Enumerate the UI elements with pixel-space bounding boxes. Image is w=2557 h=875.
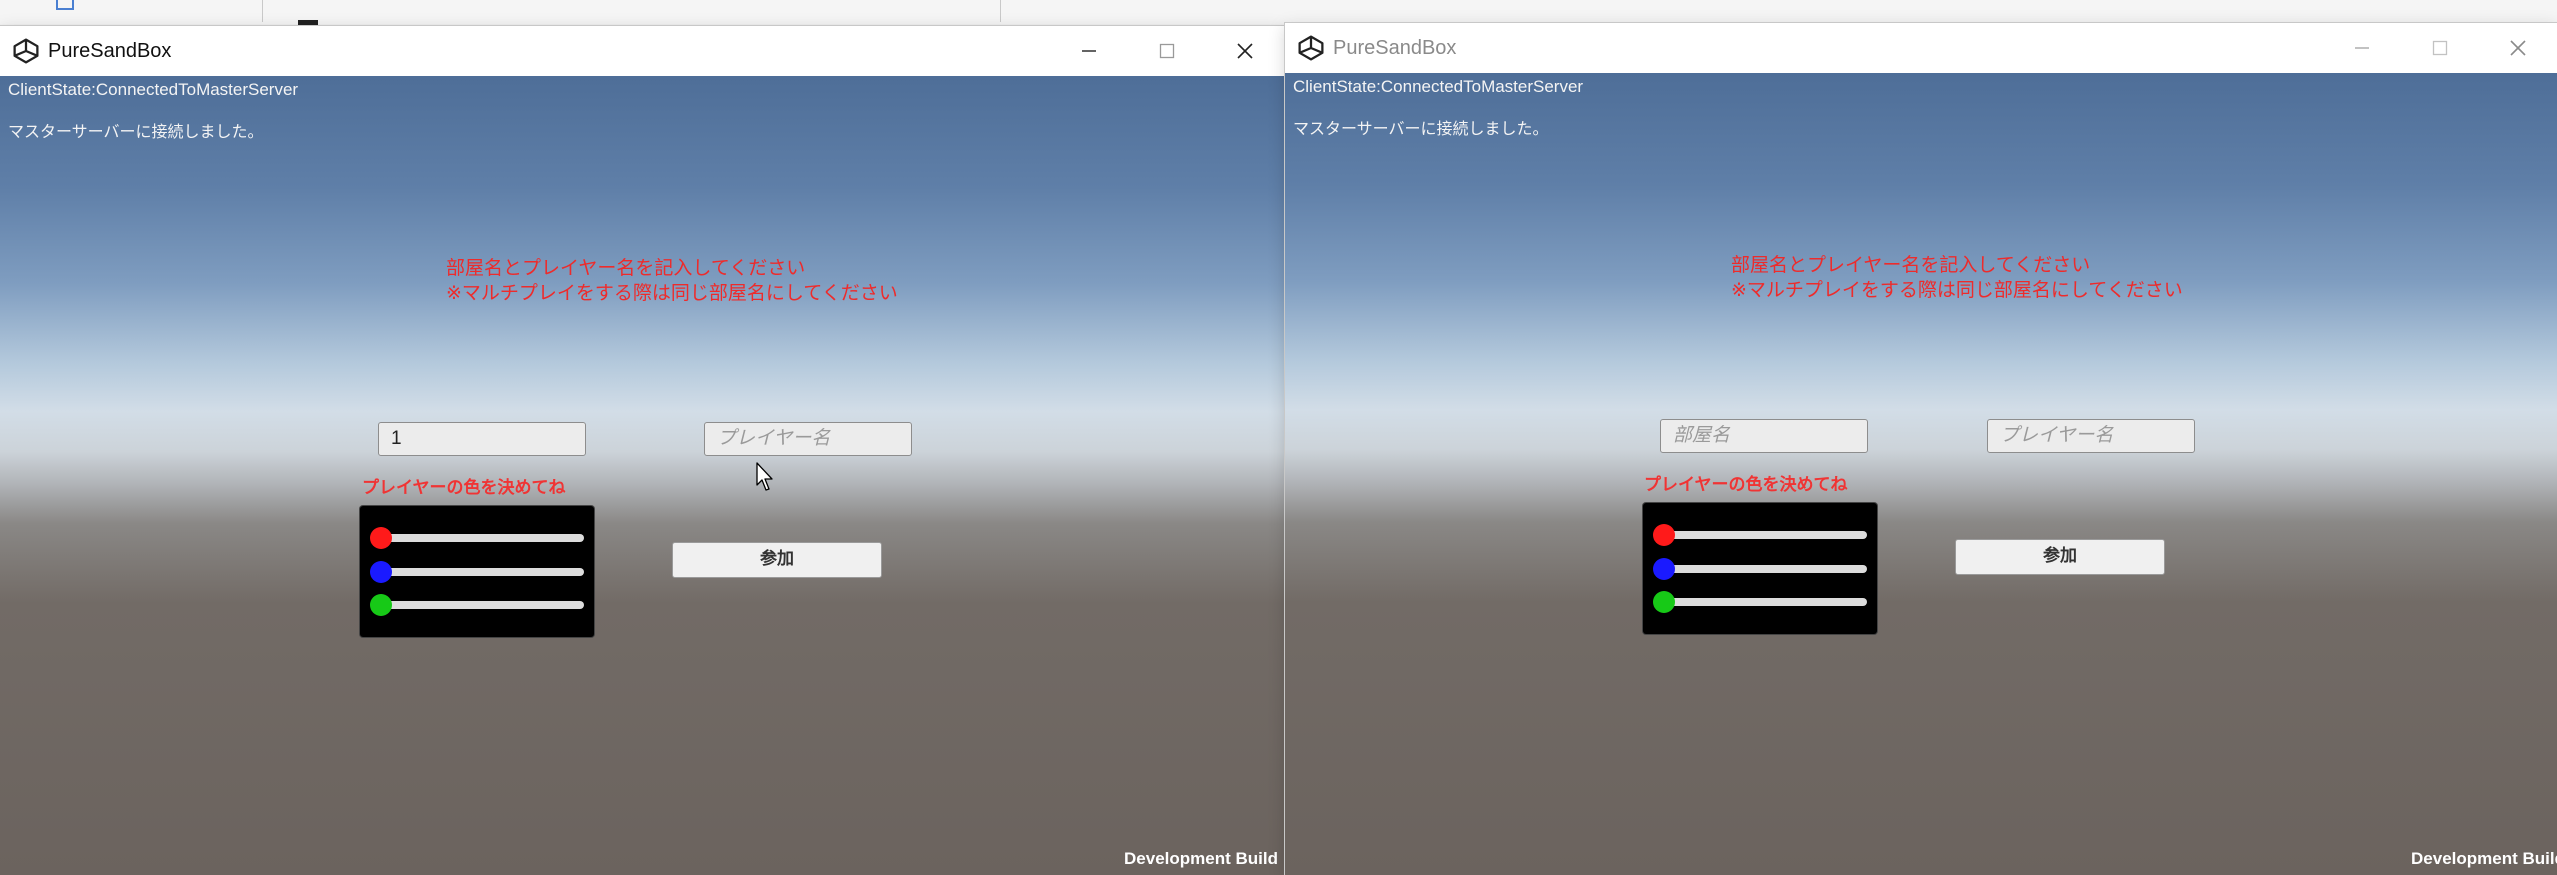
color-picker-panel	[1643, 503, 1877, 634]
blue-slider-handle[interactable]	[370, 561, 392, 583]
maximize-button[interactable]	[1128, 26, 1206, 76]
green-slider-handle[interactable]	[1653, 591, 1675, 613]
instruction-text: 部屋名とプレイヤー名を記入してください ※マルチプレイをする際は同じ部屋名にして…	[1731, 253, 2183, 303]
unity-logo-icon	[13, 38, 39, 64]
color-picker-panel	[360, 506, 594, 637]
player-color-label: プレイヤーの色を決めてね	[362, 478, 566, 498]
close-button[interactable]	[2479, 23, 2557, 73]
desktop-background	[0, 0, 2557, 26]
connection-status-message: マスターサーバーに接続しました。	[8, 122, 264, 141]
close-icon	[2510, 40, 2526, 56]
red-slider-handle[interactable]	[1653, 524, 1675, 546]
blue-slider[interactable]	[370, 561, 584, 583]
room-name-input[interactable]	[378, 422, 586, 456]
window-titlebar[interactable]: PureSandBox	[0, 26, 1284, 76]
instruction-line: 部屋名とプレイヤー名を記入してください	[446, 257, 806, 279]
player-name-input[interactable]	[1987, 419, 2195, 453]
close-icon	[1237, 43, 1253, 59]
development-build-label: Development Build	[1124, 849, 1278, 868]
slider-track	[380, 534, 584, 542]
minimize-button[interactable]	[1050, 26, 1128, 76]
unity-logo-icon	[1298, 35, 1324, 61]
join-button[interactable]: 参加	[672, 542, 882, 578]
blue-slider[interactable]	[1653, 558, 1867, 580]
red-slider[interactable]	[1653, 524, 1867, 546]
game-view: ClientState:ConnectedToMasterServer マスター…	[1285, 73, 2557, 875]
room-name-input[interactable]	[1660, 419, 1868, 453]
slider-track	[380, 601, 584, 609]
development-build-label: Development Build	[2411, 849, 2557, 868]
desktop-separator	[1000, 0, 1001, 22]
connection-status-message: マスターサーバーに接続しました。	[1293, 119, 1549, 138]
window-title: PureSandBox	[48, 39, 172, 62]
red-slider-handle[interactable]	[370, 527, 392, 549]
instruction-line: ※マルチプレイをする際は同じ部屋名にしてください	[446, 282, 898, 304]
window-titlebar[interactable]: PureSandBox	[1285, 23, 2557, 73]
close-button[interactable]	[1206, 26, 1284, 76]
maximize-button[interactable]	[2401, 23, 2479, 73]
desktop-file-icon	[56, 0, 74, 10]
player-name-input[interactable]	[704, 422, 912, 456]
green-slider[interactable]	[370, 594, 584, 616]
desktop-separator	[262, 0, 263, 22]
minimize-button[interactable]	[2323, 23, 2401, 73]
game-view: ClientState:ConnectedToMasterServer マスター…	[0, 76, 1284, 875]
game-window-right: PureSandBox ClientState:ConnectedToMaste…	[1285, 23, 2557, 875]
player-color-label: プレイヤーの色を決めてね	[1644, 475, 1848, 495]
maximize-icon	[1159, 43, 1175, 59]
instruction-line: ※マルチプレイをする際は同じ部屋名にしてください	[1731, 279, 2183, 301]
instruction-line: 部屋名とプレイヤー名を記入してください	[1731, 254, 2091, 276]
slider-track	[1663, 531, 1867, 539]
slider-track	[1663, 565, 1867, 573]
blue-slider-handle[interactable]	[1653, 558, 1675, 580]
maximize-icon	[2432, 40, 2448, 56]
client-state-text: ClientState:ConnectedToMasterServer	[1293, 77, 1584, 96]
slider-track	[1663, 598, 1867, 606]
mouse-cursor-icon	[756, 462, 773, 491]
minimize-icon	[1082, 50, 1096, 52]
red-slider[interactable]	[370, 527, 584, 549]
game-window-left: PureSandBox ClientState:ConnectedToMaste…	[0, 26, 1284, 875]
slider-track	[380, 568, 584, 576]
minimize-icon	[2355, 47, 2369, 49]
join-button[interactable]: 参加	[1955, 539, 2165, 575]
green-slider[interactable]	[1653, 591, 1867, 613]
window-title: PureSandBox	[1333, 36, 1457, 59]
green-slider-handle[interactable]	[370, 594, 392, 616]
client-state-text: ClientState:ConnectedToMasterServer	[8, 80, 299, 99]
instruction-text: 部屋名とプレイヤー名を記入してください ※マルチプレイをする際は同じ部屋名にして…	[446, 256, 898, 306]
